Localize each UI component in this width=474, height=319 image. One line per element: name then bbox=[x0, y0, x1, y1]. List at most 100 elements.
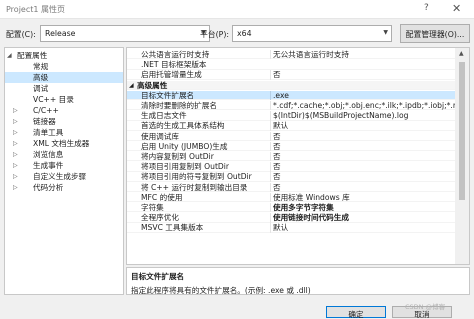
help-icon[interactable]: ? bbox=[424, 3, 429, 13]
property-value[interactable]: 默认 bbox=[270, 223, 455, 233]
property-name: 将内容复制到 OutDir bbox=[141, 152, 214, 161]
property-name: 生成日志文件 bbox=[141, 111, 187, 121]
property-row-selected[interactable]: 目标文件扩展名 .exe bbox=[127, 90, 455, 101]
property-value[interactable]: 否 bbox=[270, 131, 455, 141]
vertical-scrollbar[interactable]: ▲ bbox=[455, 48, 469, 264]
platform-dropdown[interactable]: x64 ▼ bbox=[232, 25, 392, 42]
property-name: 公共语言运行时支持 bbox=[141, 50, 210, 59]
property-row[interactable]: MFC 的使用 使用标准 Windows 库 bbox=[127, 192, 455, 203]
chevron-down-icon: ▼ bbox=[383, 29, 388, 36]
tree-item-linker[interactable]: ▷ 链接器 bbox=[5, 116, 123, 127]
tree-item-advanced[interactable]: 高级 bbox=[5, 72, 123, 83]
description-panel: 目标文件扩展名 指定此程序将具有的文件扩展名。(示例: .exe 或 .dll) bbox=[126, 267, 470, 295]
expand-icon[interactable]: ▷ bbox=[13, 138, 18, 149]
property-row[interactable]: 启用 Unity (JUMBO)生成 否 bbox=[127, 141, 455, 152]
expand-icon[interactable]: ▷ bbox=[13, 105, 18, 116]
config-dropdown[interactable]: Release ▼ bbox=[40, 25, 210, 42]
description-title: 目标文件扩展名 bbox=[131, 272, 185, 281]
property-name: MFC 的使用 bbox=[141, 192, 183, 202]
property-row[interactable]: 全程序优化 使用链接时间代码生成 bbox=[127, 213, 455, 223]
tree-item-label: 生成事件 bbox=[33, 161, 64, 170]
tree-item-manifest-tool[interactable]: ▷ 清单工具 bbox=[5, 127, 123, 138]
property-name: .NET 目标框架版本 bbox=[141, 60, 207, 70]
configuration-bar: 配置(C): Release ▼ 平台(P): x64 ▼ 配置管理器(O)..… bbox=[0, 19, 474, 45]
property-row[interactable]: 将项目引用的符号复制到 OutDir 否 bbox=[127, 172, 455, 182]
scrollbar-thumb[interactable] bbox=[459, 62, 465, 200]
tree-item-label: 常规 bbox=[33, 62, 49, 71]
tree-item-label: 配置属性 bbox=[17, 51, 48, 60]
property-value[interactable]: 使用链接时间代码生成 bbox=[270, 213, 455, 223]
property-value[interactable]: 否 bbox=[270, 172, 455, 182]
property-name: 启用托管增量生成 bbox=[141, 70, 202, 80]
expand-icon[interactable]: ▷ bbox=[13, 171, 18, 182]
property-name: 目标文件扩展名 bbox=[141, 90, 195, 100]
tree-item-debugging[interactable]: 调试 bbox=[5, 83, 123, 94]
expand-icon[interactable]: ▷ bbox=[13, 149, 18, 160]
property-name: 字符集 bbox=[141, 203, 164, 212]
property-name: MSVC 工具集版本 bbox=[141, 223, 204, 233]
property-value[interactable]: 否 bbox=[270, 141, 455, 152]
property-value[interactable]: 否 bbox=[270, 70, 455, 80]
property-row[interactable]: 字符集 使用多字节字符集 bbox=[127, 203, 455, 213]
watermark: CSDN @博客 bbox=[405, 303, 446, 311]
expand-icon[interactable]: ▷ bbox=[13, 182, 18, 193]
tree-item-xml-doc-generator[interactable]: ▷ XML 文档生成器 bbox=[5, 138, 123, 149]
property-row[interactable]: 使用调试库 否 bbox=[127, 131, 455, 141]
tree-item-label: VC++ 目录 bbox=[33, 95, 74, 104]
property-name: 将项目引用复制到 OutDir bbox=[141, 162, 230, 172]
property-value[interactable]: 使用标准 Windows 库 bbox=[270, 192, 455, 203]
tree-item-code-analysis[interactable]: ▷ 代码分析 bbox=[5, 182, 123, 193]
expand-icon[interactable]: ▷ bbox=[13, 160, 18, 171]
tree-item-browse-info[interactable]: ▷ 浏览信息 bbox=[5, 149, 123, 160]
ok-button[interactable]: 确定 bbox=[326, 306, 386, 319]
category-name: 高级属性 bbox=[137, 80, 168, 90]
description-text: 指定此程序将具有的文件扩展名。(示例: .exe 或 .dll) bbox=[131, 286, 311, 295]
config-label: 配置(C): bbox=[6, 30, 36, 39]
tree-item-general[interactable]: 常规 bbox=[5, 61, 123, 72]
property-value[interactable]: 默认 bbox=[270, 121, 455, 131]
tree-item-label: 高级 bbox=[33, 73, 49, 82]
property-row[interactable]: MSVC 工具集版本 默认 bbox=[127, 223, 455, 233]
property-row[interactable]: 公共语言运行时支持 无公共语言运行时支持 bbox=[127, 50, 455, 60]
property-row[interactable]: 将内容复制到 OutDir 否 bbox=[127, 152, 455, 162]
property-value[interactable]: 否 bbox=[270, 162, 455, 172]
dialog-buttons: 确定 取消 bbox=[0, 297, 474, 319]
tree-item-build-events[interactable]: ▷ 生成事件 bbox=[5, 160, 123, 171]
property-row[interactable]: 启用托管增量生成 否 bbox=[127, 70, 455, 80]
tree-item-label: 清单工具 bbox=[33, 128, 64, 137]
property-row[interactable]: .NET 目标框架版本 bbox=[127, 60, 455, 70]
scroll-up-icon[interactable]: ▲ bbox=[459, 50, 464, 57]
property-value[interactable]: 否 bbox=[270, 182, 455, 192]
property-row[interactable]: 首选的生成工具体系结构 默认 bbox=[127, 121, 455, 131]
tree-item-label: 链接器 bbox=[33, 117, 56, 126]
property-name: 清除时要删除的扩展名 bbox=[141, 101, 217, 110]
property-row[interactable]: 生成日志文件 $(IntDir)$(MSBuildProjectName).lo… bbox=[127, 111, 455, 121]
property-name: 使用调试库 bbox=[141, 131, 179, 141]
tree-item-label: 浏览信息 bbox=[33, 150, 64, 159]
property-value[interactable]: 无公共语言运行时支持 bbox=[270, 50, 455, 60]
property-row[interactable]: 将项目引用复制到 OutDir 否 bbox=[127, 162, 455, 172]
tree-item-label: 自定义生成步骤 bbox=[33, 172, 87, 181]
tree-item-vc-directories[interactable]: VC++ 目录 bbox=[5, 94, 123, 105]
property-row[interactable]: 清除时要删除的扩展名 *.cdf;*.cache;*.obj;*.obj.enc… bbox=[127, 101, 455, 111]
tree-item-config-properties[interactable]: ◢ 配置属性 bbox=[5, 50, 123, 61]
property-category-advanced[interactable]: ◢ 高级属性 bbox=[127, 80, 455, 90]
platform-value: x64 bbox=[237, 29, 252, 38]
collapse-icon[interactable]: ◢ bbox=[129, 81, 134, 90]
property-name: 全程序优化 bbox=[141, 213, 179, 223]
property-value[interactable]: 否 bbox=[270, 152, 455, 162]
property-value[interactable]: $(IntDir)$(MSBuildProjectName).log bbox=[270, 111, 455, 121]
property-value[interactable]: .exe bbox=[270, 90, 455, 101]
expand-icon[interactable]: ◢ bbox=[7, 50, 12, 61]
tree-item-c-cpp[interactable]: ▷ C/C++ bbox=[5, 105, 123, 116]
expand-icon[interactable]: ▷ bbox=[13, 116, 18, 127]
tree-item-label: C/C++ bbox=[33, 106, 59, 115]
close-icon[interactable]: ✕ bbox=[452, 2, 461, 15]
expand-icon[interactable]: ▷ bbox=[13, 127, 18, 138]
config-manager-button[interactable]: 配置管理器(O)... bbox=[400, 24, 470, 43]
property-value[interactable]: *.cdf;*.cache;*.obj;*.obj.enc;*.ilk;*.ip… bbox=[270, 101, 455, 111]
property-value[interactable]: 使用多字节字符集 bbox=[270, 203, 455, 213]
property-row[interactable]: 将 C++ 运行时复制到输出目录 否 bbox=[127, 182, 455, 192]
tree-item-custom-build-step[interactable]: ▷ 自定义生成步骤 bbox=[5, 171, 123, 182]
property-name: 将 C++ 运行时复制到输出目录 bbox=[141, 182, 248, 192]
